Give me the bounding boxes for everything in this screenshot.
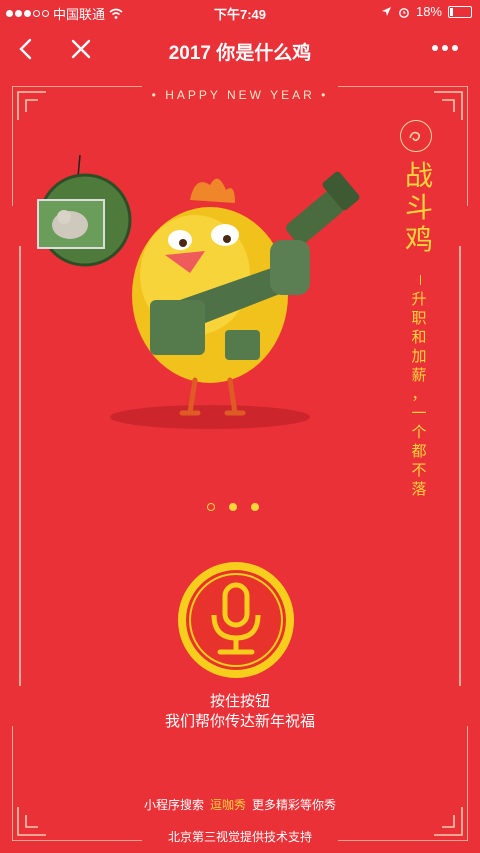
alarm-icon [399,7,409,18]
more-icon[interactable] [432,38,464,58]
side-divider [420,275,421,285]
footer-credit: 北京第三视觉提供技术支持 [167,830,312,844]
footer-highlight-link[interactable]: 逗咖秀 [210,798,246,812]
carousel-pager[interactable] [207,503,259,511]
bazooka-illustration [286,171,360,245]
tagline: • HAPPY NEW YEAR • [151,88,329,102]
badge-icon [400,120,432,152]
status-bar: 中国联通 下午7:49 18% [0,0,480,24]
record-voice-button[interactable] [176,560,296,680]
side-title: 战 斗 鸡 [405,160,434,255]
pager-dot[interactable] [229,503,237,511]
microphone-icon [178,562,294,678]
footer-prefix: 小程序搜索 [143,798,204,812]
footer-search-hint: 小程序搜索 逗咖秀 更多精彩等你秀 [0,796,480,813]
battery-fill [450,7,454,16]
battery-percent: 18% [415,4,442,19]
footer-suffix: 更多精彩等你秀 [252,798,337,812]
grenade-illustration [37,155,132,267]
pager-dot[interactable] [251,503,259,511]
side-subtitle: 升职和加薪，一个都不落 [411,291,427,498]
nav-bar: 2017 你是什么鸡 [0,24,480,74]
hint-line-2: 我们帮你传达新年祝福 [164,713,315,730]
pager-dot[interactable] [207,503,215,511]
location-icon [381,7,391,16]
hint-line-1: 按住按钮 [209,693,270,710]
chick-character-illustration [37,155,360,429]
battery-icon [448,5,472,18]
status-right: 18% [381,4,472,19]
page-title: 2017 你是什么鸡 [168,43,312,64]
